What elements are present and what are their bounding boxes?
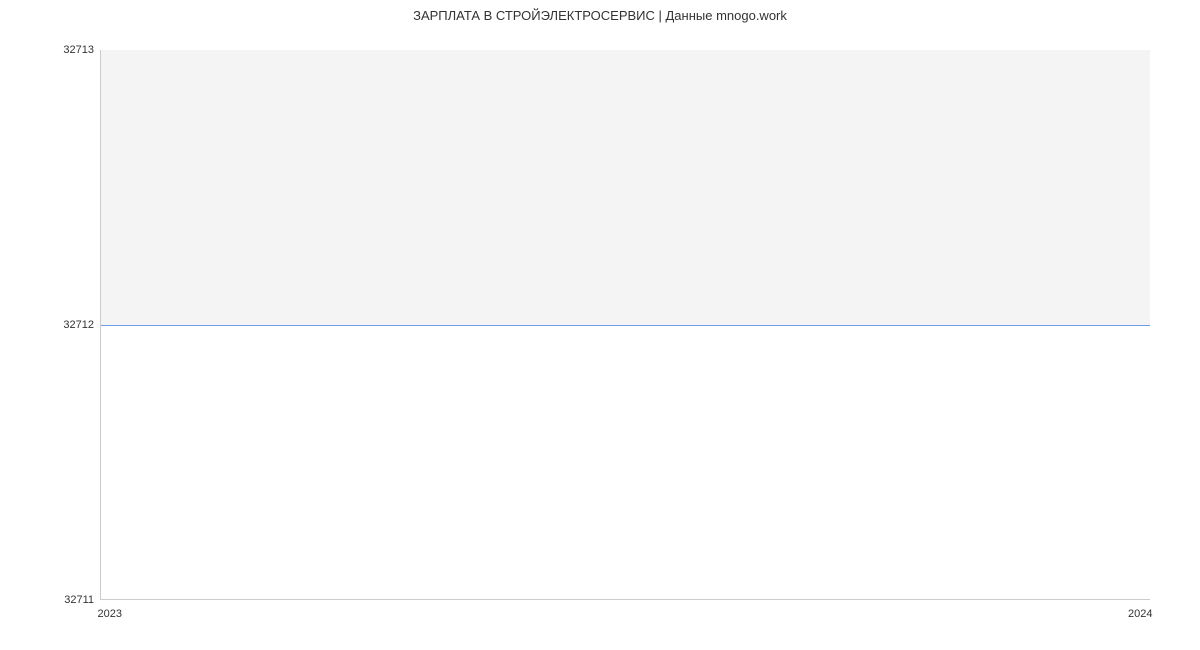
area-fill (101, 50, 1150, 325)
y-axis-tick-label: 32711 (54, 594, 94, 606)
x-axis-tick-label: 2024 (1128, 608, 1152, 620)
series-line (101, 325, 1150, 326)
y-axis-tick-label: 32713 (54, 44, 94, 56)
chart-container: ЗАРПЛАТА В СТРОЙЭЛЕКТРОСЕРВИС | Данные m… (0, 0, 1200, 650)
y-axis-tick-label: 32712 (54, 319, 94, 331)
plot-area (100, 50, 1150, 600)
chart-title: ЗАРПЛАТА В СТРОЙЭЛЕКТРОСЕРВИС | Данные m… (0, 8, 1200, 23)
x-axis-tick-label: 2023 (98, 608, 122, 620)
